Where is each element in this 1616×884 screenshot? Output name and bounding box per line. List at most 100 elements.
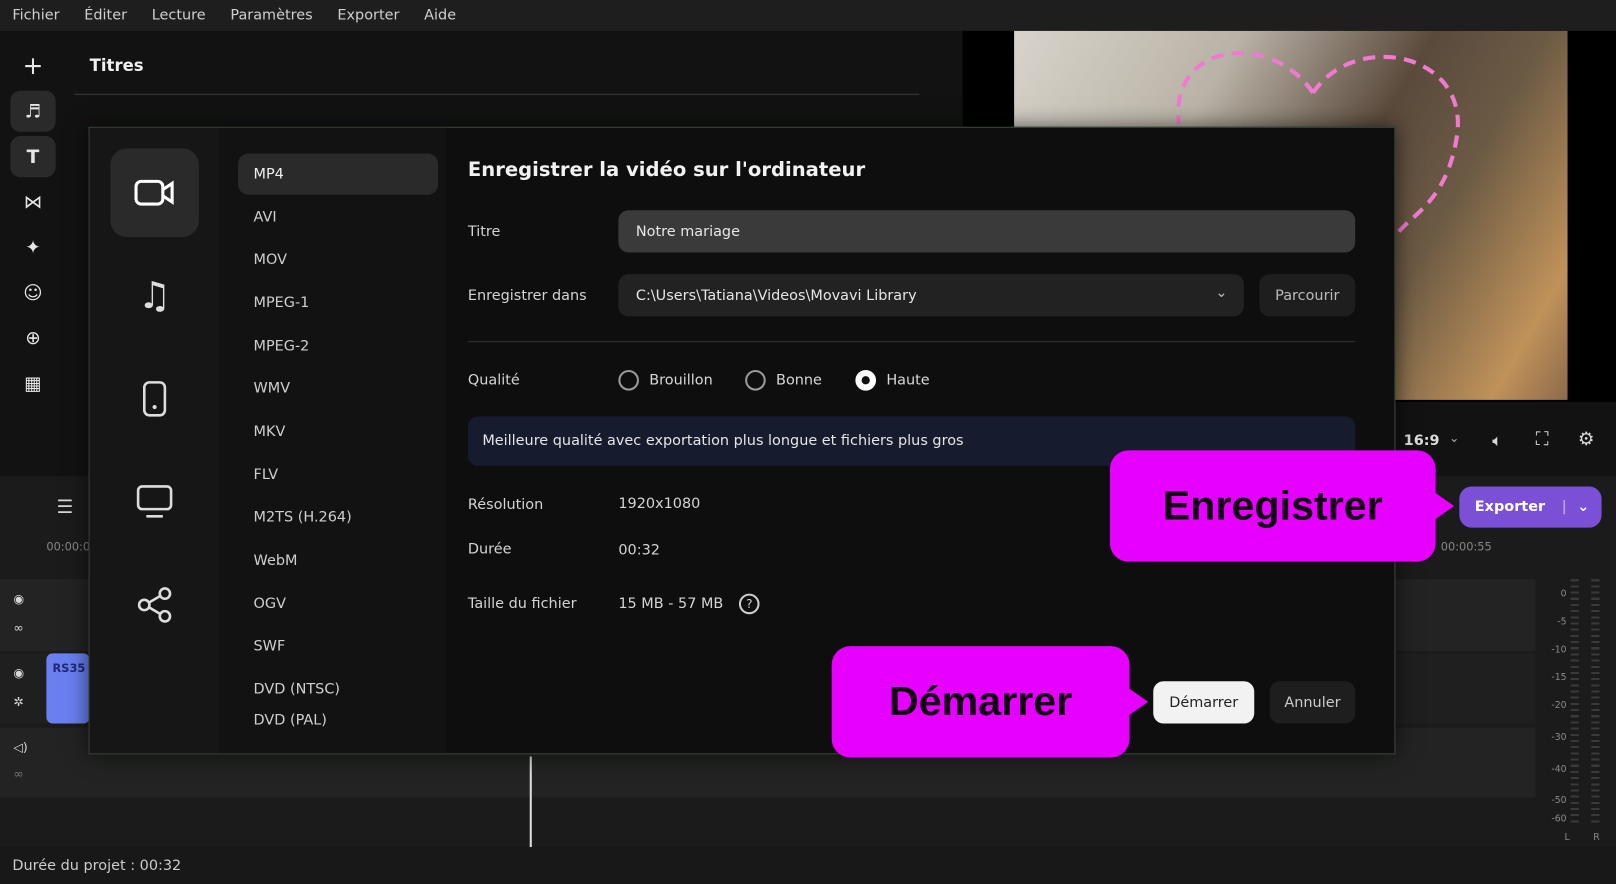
format-item[interactable]: WebM [238, 540, 438, 581]
vu-tick: -60 [1551, 814, 1567, 825]
format-item[interactable]: M2TS (H.264) [238, 497, 438, 538]
quality-label: Qualité [467, 372, 520, 389]
aspect-ratio-select[interactable]: 16:9 [1404, 433, 1440, 449]
monitor-icon [136, 485, 173, 518]
vu-tick: -40 [1551, 764, 1567, 776]
file-size-label: Taille du fichier [467, 595, 577, 613]
callout-save: Enregistrer [1109, 450, 1455, 562]
effects-icon[interactable]: ✲ [13, 695, 23, 709]
menu-exporter[interactable]: Exporter [337, 7, 399, 23]
format-item[interactable]: SWF [238, 626, 438, 667]
separator: | [1561, 498, 1567, 516]
menu-fichier[interactable]: Fichier [12, 7, 59, 23]
vu-label-r: R [1593, 832, 1600, 844]
vu-tick: -20 [1551, 700, 1567, 712]
format-item[interactable]: MKV [238, 411, 438, 452]
format-item[interactable]: AVI [238, 197, 438, 238]
export-label: Exporter [1474, 498, 1546, 516]
vu-tick: -5 [1557, 617, 1567, 628]
eye-icon[interactable]: ◉ [13, 592, 24, 606]
video-camera-icon [134, 179, 174, 206]
eye-icon[interactable]: ◉ [13, 666, 24, 680]
app-window: Fichier Éditer Lecture Paramètres Export… [0, 0, 1616, 884]
titles-icon[interactable]: T [10, 136, 56, 178]
category-audio[interactable]: ♫ [110, 251, 199, 340]
vu-tick: 0 [1560, 589, 1567, 600]
format-item[interactable]: DVD (NTSC) [238, 669, 438, 710]
chevron-down-icon[interactable]: ⌄ [1577, 499, 1589, 515]
radio-label: Brouillon [649, 372, 713, 389]
resolution-value: 1920x1080 [618, 495, 701, 513]
time-start: 00:00:0 [46, 540, 91, 554]
start-button[interactable]: Démarrer [1153, 681, 1255, 724]
radio-label: Bonne [776, 372, 822, 389]
quality-high-radio[interactable]: Haute [855, 369, 930, 391]
title-input[interactable]: Notre mariage [618, 210, 1356, 253]
add-track-icon[interactable]: ☰ [57, 497, 74, 519]
title-label: Titre [467, 223, 501, 241]
duration-value: 00:32 [618, 542, 660, 559]
format-item[interactable]: OGV [238, 583, 438, 624]
save-path-value: C:\Users\Tatiana\Videos\Movavi Library [635, 287, 917, 304]
resolution-label: Résolution [467, 496, 544, 514]
export-button[interactable]: Exporter | ⌄ [1459, 486, 1602, 528]
vu-tick: -30 [1551, 732, 1567, 744]
more-tools-icon[interactable]: ▦ [10, 363, 55, 404]
quality-good-radio[interactable]: Bonne [745, 369, 822, 391]
video-clip[interactable]: RS35 [46, 653, 90, 724]
format-list[interactable]: MP4 AVI MOV MPEG-1 MPEG-2 WMV MKV FLV M2… [219, 127, 447, 754]
divider [74, 93, 920, 95]
music-icon[interactable]: ♬ [10, 90, 56, 132]
effects-icon[interactable]: ✦ [10, 227, 55, 268]
save-in-label: Enregistrer dans [467, 287, 587, 305]
vu-tick: -50 [1551, 795, 1567, 806]
menu-aide[interactable]: Aide [424, 7, 456, 23]
cancel-button[interactable]: Annuler [1269, 681, 1356, 724]
volume-icon[interactable]: ◁) [13, 740, 27, 754]
link-icon[interactable]: ∞ [13, 620, 23, 634]
gear-icon[interactable]: ⚙ [1578, 429, 1595, 451]
project-duration: Durée du projet : 00:32 [12, 857, 182, 874]
radio-icon [618, 369, 639, 391]
category-share[interactable] [110, 561, 199, 650]
clip-label: RS35 [52, 661, 86, 676]
browse-button[interactable]: Parcourir [1259, 274, 1356, 317]
add-icon[interactable]: + [10, 45, 55, 86]
chevron-down-icon[interactable]: ⌄ [1449, 431, 1459, 445]
volume-icon[interactable]: 🔈︎ [1492, 431, 1502, 452]
vu-label-l: L [1564, 832, 1570, 844]
stickers-icon[interactable]: ☺ [10, 272, 55, 313]
time-end: 00:00:55 [1440, 540, 1492, 554]
export-categories: ♫ [89, 127, 220, 754]
status-bar: Durée du projet : 00:32 [0, 847, 1616, 884]
format-item[interactable]: FLV [238, 454, 438, 495]
format-item[interactable]: MPEG-2 [238, 326, 438, 367]
category-mobile[interactable] [110, 355, 199, 444]
category-tv[interactable] [110, 458, 199, 547]
format-item[interactable]: WMV [238, 368, 438, 409]
transitions-icon[interactable]: ⋈ [10, 181, 55, 222]
category-video[interactable] [110, 148, 199, 238]
format-item[interactable]: MPEG-1 [238, 282, 438, 323]
playhead[interactable] [529, 756, 532, 848]
menu-lecture[interactable]: Lecture [152, 7, 206, 23]
format-item[interactable]: MOV [238, 239, 438, 280]
vu-bar-left [1570, 579, 1579, 827]
panel-title: Titres [89, 55, 144, 76]
export-dialog: ♫ MP4 AVI MOV MPEG-1 MPEG-2 WMV MKV FLV … [88, 126, 1396, 755]
store-icon[interactable]: ⊕ [10, 317, 55, 358]
menu-editer[interactable]: Éditer [84, 7, 127, 23]
dialog-heading: Enregistrer la vidéo sur l'ordinateur [467, 158, 866, 182]
menu-parametres[interactable]: Paramètres [230, 7, 312, 23]
help-icon[interactable]: ? [738, 593, 760, 615]
music-icon: ♫ [137, 274, 172, 317]
unlink-icon[interactable]: ∞ [13, 767, 23, 781]
callout-start: Démarrer [831, 646, 1149, 758]
quality-draft-radio[interactable]: Brouillon [618, 369, 713, 391]
radio-label: Haute [886, 372, 930, 389]
fullscreen-icon[interactable]: ⛶ [1536, 429, 1549, 451]
save-path-select[interactable]: C:\Users\Tatiana\Videos\Movavi Library ⌄ [618, 274, 1244, 317]
share-icon [137, 587, 172, 623]
format-item[interactable]: MP4 [238, 153, 439, 195]
format-item[interactable]: DVD (PAL) [238, 712, 438, 737]
